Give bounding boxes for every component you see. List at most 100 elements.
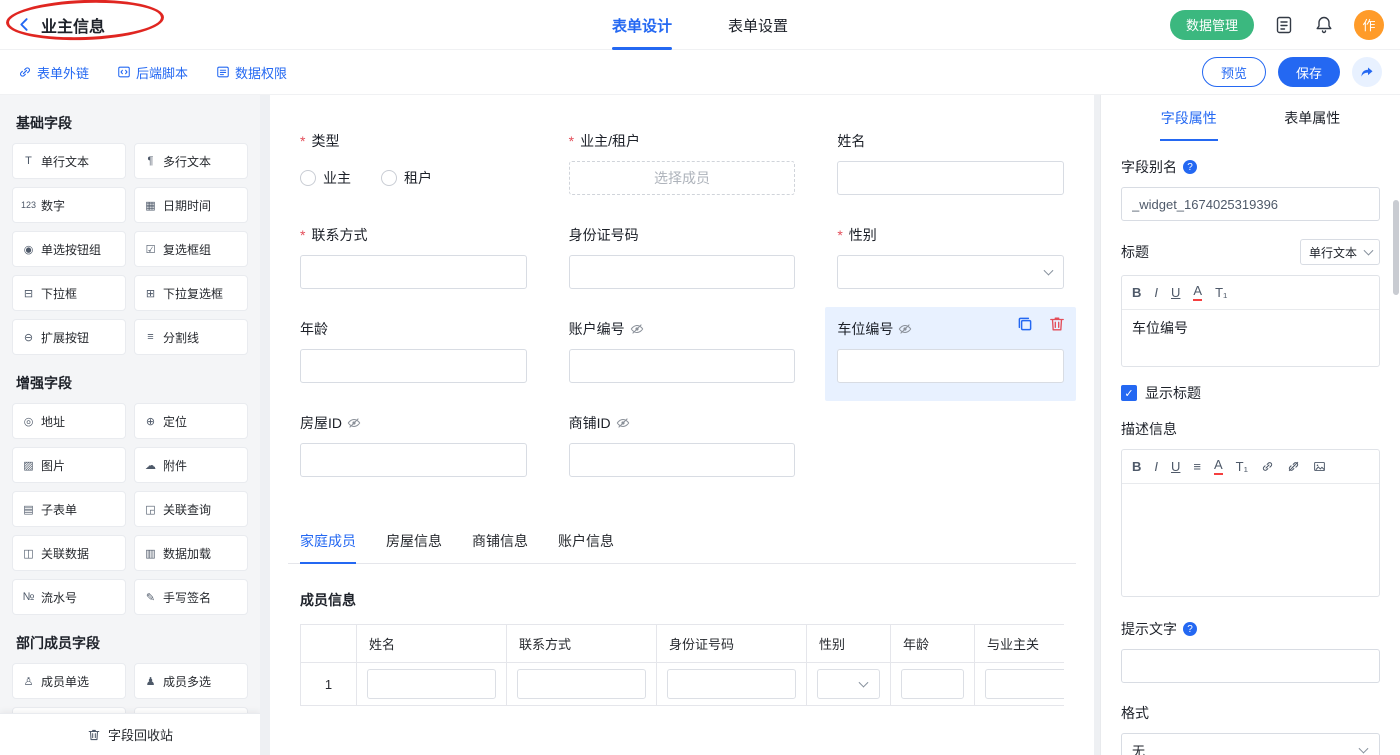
sidebar-scroll[interactable]: 基础字段 T单行文本 ¶多行文本 123数字 ▦日期时间 ◉单选按钮组 ☑复选框… xyxy=(0,95,260,713)
sidebar-item-data-load[interactable]: ▥数据加载 xyxy=(134,535,248,571)
italic-icon[interactable]: I xyxy=(1154,285,1158,300)
field-type[interactable]: *类型 业主 租户 xyxy=(288,119,539,213)
delete-field-icon[interactable] xyxy=(1048,315,1066,333)
tab-family-members[interactable]: 家庭成员 xyxy=(300,521,356,563)
tab-form-settings[interactable]: 表单设置 xyxy=(728,0,788,50)
underline-icon[interactable]: U xyxy=(1171,285,1180,300)
house-id-input[interactable] xyxy=(300,443,527,477)
subform-contact-input[interactable] xyxy=(517,669,646,699)
show-title-checkbox[interactable]: ✓ xyxy=(1121,385,1137,401)
sidebar-item-datetime[interactable]: ▦日期时间 xyxy=(134,187,248,223)
idcard-input[interactable] xyxy=(569,255,796,289)
field-recycle-bin[interactable]: 字段回收站 xyxy=(0,713,260,755)
hint-input[interactable] xyxy=(1121,649,1380,683)
tab-field-properties[interactable]: 字段属性 xyxy=(1127,95,1251,141)
subform-gender-select[interactable] xyxy=(817,669,880,699)
sidebar-item-radio-group[interactable]: ◉单选按钮组 xyxy=(12,231,126,267)
sidebar-item-linked-query[interactable]: ◲关联查询 xyxy=(134,491,248,527)
field-contact[interactable]: *联系方式 xyxy=(288,213,539,307)
sidebar-item-image[interactable]: ▨图片 xyxy=(12,447,126,483)
font-size-icon[interactable]: T₁ xyxy=(1215,285,1227,300)
avatar[interactable]: 作 xyxy=(1354,10,1384,40)
tab-account-info[interactable]: 账户信息 xyxy=(558,521,614,563)
sidebar-item-single-line-text[interactable]: T单行文本 xyxy=(12,143,126,179)
sidebar-item-signature[interactable]: ✎手写签名 xyxy=(134,579,248,615)
account-input[interactable] xyxy=(569,349,796,383)
font-color-icon[interactable]: A xyxy=(1193,284,1202,300)
font-size-icon[interactable]: T₁ xyxy=(1236,459,1248,474)
bell-icon[interactable] xyxy=(1314,15,1334,35)
subform-age-input[interactable] xyxy=(901,669,964,699)
description-editor-body[interactable] xyxy=(1122,484,1379,596)
subform-relation-input[interactable] xyxy=(985,669,1064,699)
copy-field-icon[interactable] xyxy=(1016,315,1034,333)
insert-image-icon[interactable] xyxy=(1313,460,1326,473)
preview-button[interactable]: 预览 xyxy=(1202,57,1266,87)
form-external-link[interactable]: 表单外链 xyxy=(18,63,89,82)
sidebar-item-divider[interactable]: ≡分割线 xyxy=(134,319,248,355)
sidebar-item-address[interactable]: ◎地址 xyxy=(12,403,126,439)
backend-script-link[interactable]: 后端脚本 xyxy=(117,63,188,82)
sidebar-item-label: 关联数据 xyxy=(41,545,89,562)
bold-icon[interactable]: B xyxy=(1132,285,1141,300)
sidebar-item-multi-select[interactable]: ⊞下拉复选框 xyxy=(134,275,248,311)
contact-input[interactable] xyxy=(300,255,527,289)
field-type-select[interactable]: 单行文本 xyxy=(1300,239,1380,265)
save-button[interactable]: 保存 xyxy=(1278,57,1340,87)
back-icon[interactable] xyxy=(16,16,33,33)
name-input[interactable] xyxy=(837,161,1064,195)
title-editor-body[interactable]: 车位编号 xyxy=(1122,310,1379,366)
tab-shop-info[interactable]: 商铺信息 xyxy=(472,521,528,563)
sidebar-item-serial-number[interactable]: №流水号 xyxy=(12,579,126,615)
field-name[interactable]: 姓名 xyxy=(825,119,1076,213)
parking-input[interactable] xyxy=(837,349,1064,383)
help-icon[interactable]: ? xyxy=(1183,622,1197,636)
age-input[interactable] xyxy=(300,349,527,383)
field-idcard[interactable]: 身份证号码 xyxy=(557,213,808,307)
sidebar-item-linked-data[interactable]: ◫关联数据 xyxy=(12,535,126,571)
sidebar-item-extend-button[interactable]: ⊖扩展按钮 xyxy=(12,319,126,355)
field-house-id[interactable]: 房屋ID xyxy=(288,401,539,495)
field-gender[interactable]: *性别 xyxy=(825,213,1076,307)
tab-house-info[interactable]: 房屋信息 xyxy=(386,521,442,563)
tab-form-design[interactable]: 表单设计 xyxy=(612,0,672,50)
sidebar-item-number[interactable]: 123数字 xyxy=(12,187,126,223)
share-button[interactable] xyxy=(1352,57,1382,87)
radio-tenant[interactable]: 租户 xyxy=(381,168,432,188)
italic-icon[interactable]: I xyxy=(1154,459,1158,474)
sidebar-item-checkbox-group[interactable]: ☑复选框组 xyxy=(134,231,248,267)
member-picker[interactable]: 选择成员 xyxy=(569,161,796,195)
radio-owner[interactable]: 业主 xyxy=(300,168,351,188)
sidebar-item-subform[interactable]: ▤子表单 xyxy=(12,491,126,527)
format-select[interactable]: 无 xyxy=(1121,733,1380,755)
sidebar-item-select[interactable]: ⊟下拉框 xyxy=(12,275,126,311)
field-account[interactable]: 账户编号 xyxy=(557,307,808,401)
log-icon[interactable] xyxy=(1274,15,1294,35)
sidebar-item-multi-line-text[interactable]: ¶多行文本 xyxy=(134,143,248,179)
subform-name-input[interactable] xyxy=(367,669,496,699)
insert-link-icon[interactable] xyxy=(1261,460,1274,473)
panel-scrollbar[interactable] xyxy=(1393,200,1399,295)
remove-link-icon[interactable] xyxy=(1287,460,1300,473)
help-icon[interactable]: ? xyxy=(1183,160,1197,174)
font-color-icon[interactable]: A xyxy=(1214,458,1223,474)
underline-icon[interactable]: U xyxy=(1171,459,1180,474)
sidebar-item-attachment[interactable]: ☁附件 xyxy=(134,447,248,483)
subform-idcard-input[interactable] xyxy=(667,669,796,699)
field-age[interactable]: 年龄 xyxy=(288,307,539,401)
align-icon[interactable]: ≡ xyxy=(1193,459,1201,474)
shop-id-input[interactable] xyxy=(569,443,796,477)
field-owner[interactable]: *业主/租户 选择成员 xyxy=(557,119,808,213)
form-canvas[interactable]: *类型 业主 租户 *业主/租户 选择成员 姓名 *联系方式 xyxy=(270,95,1094,755)
field-parking[interactable]: 车位编号 xyxy=(825,307,1076,401)
sidebar-item-member-single[interactable]: ♙成员单选 xyxy=(12,663,126,699)
gender-select[interactable] xyxy=(837,255,1064,289)
field-alias-input[interactable] xyxy=(1121,187,1380,221)
sidebar-item-location[interactable]: ⊕定位 xyxy=(134,403,248,439)
bold-icon[interactable]: B xyxy=(1132,459,1141,474)
data-permission-link[interactable]: 数据权限 xyxy=(216,63,287,82)
tab-form-properties[interactable]: 表单属性 xyxy=(1251,95,1375,141)
data-manage-button[interactable]: 数据管理 xyxy=(1170,10,1254,40)
sidebar-item-member-multi[interactable]: ♟成员多选 xyxy=(134,663,248,699)
field-shop-id[interactable]: 商铺ID xyxy=(557,401,808,495)
